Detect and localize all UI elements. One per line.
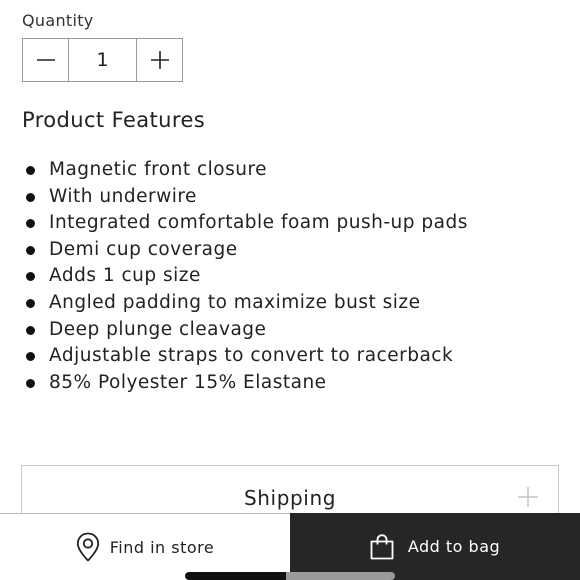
home-indicator [185,572,395,580]
feature-text: Integrated comfortable foam push-up pads [49,212,468,234]
find-in-store-label: Find in store [109,537,215,557]
product-features-list: Magnetic front closure With underwire In… [22,157,468,396]
find-in-store-button[interactable]: Find in store [0,513,290,580]
product-features-heading: Product Features [22,108,206,132]
feature-text: Adjustable straps to convert to racerbac… [49,345,454,367]
feature-text: Magnetic front closure [49,159,268,180]
feature-item: Demi cup coverage [22,237,468,264]
minus-icon [36,50,56,70]
bullet-icon [26,272,35,282]
shipping-label: Shipping [243,486,337,510]
feature-item: Angled padding to maximize bust size [22,290,468,317]
increment-button[interactable] [136,39,182,81]
bullet-icon [26,325,35,335]
feature-text: Adds 1 cup size [49,265,201,287]
feature-text: Deep plunge cleavage [49,318,267,340]
feature-item: Adjustable straps to convert to racerbac… [22,343,468,370]
quantity-value[interactable]: 1 [69,39,136,81]
bullet-icon [26,166,35,175]
location-pin-icon [76,532,100,562]
feature-text: Angled padding to maximize bust size [49,291,421,313]
plus-icon[interactable] [518,487,538,507]
add-to-bag-button[interactable]: Add to bag [290,513,580,580]
quantity-stepper: 1 [22,38,183,82]
bullet-icon [26,219,35,229]
bullet-icon [26,298,35,308]
feature-item: With underwire [22,184,468,211]
bullet-icon [26,192,35,202]
product-page: Quantity 1 Product Features Magnetic fro… [0,0,580,580]
feature-text: 85% Polyester 15% Elastane [49,371,327,393]
shopping-bag-icon [370,533,394,560]
quantity-label: Quantity [22,11,94,30]
bottom-action-bar: Find in store Add to bag [0,513,580,580]
add-to-bag-label: Add to bag [407,537,501,556]
plus-icon [150,50,170,70]
feature-text: With underwire [49,185,197,207]
feature-item: Magnetic front closure [22,157,468,184]
feature-item: Adds 1 cup size [22,263,468,290]
bullet-icon [26,378,35,388]
bullet-icon [26,245,35,255]
feature-item: Integrated comfortable foam push-up pads [22,210,468,237]
bullet-icon [26,352,35,362]
decrement-button[interactable] [23,39,69,81]
feature-item: 85% Polyester 15% Elastane [22,370,468,397]
feature-item: Deep plunge cleavage [22,317,468,344]
feature-text: Demi cup coverage [49,238,238,260]
